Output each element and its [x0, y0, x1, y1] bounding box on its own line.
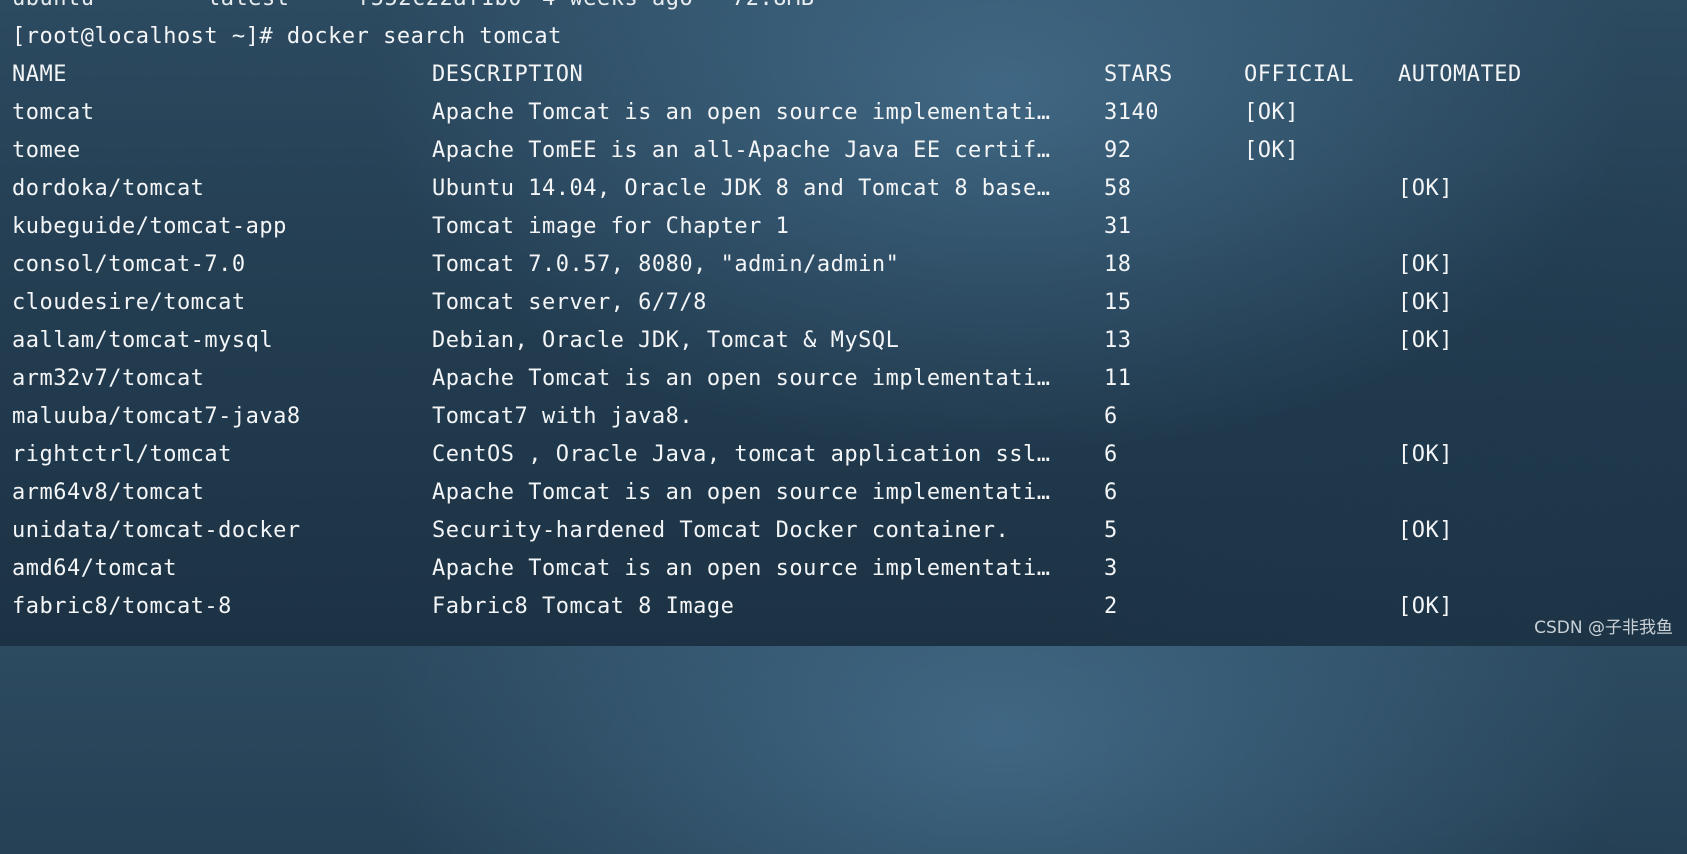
- table-row: amd64/tomcat Apache Tomcat is an open so…: [12, 550, 1672, 588]
- row-name: arm32v7/tomcat: [12, 366, 205, 391]
- table-row: aallam/tomcat-mysql Debian, Oracle JDK, …: [12, 322, 1672, 360]
- row-stars: 3: [1104, 556, 1118, 581]
- row-name: maluuba/tomcat7-java8: [12, 404, 301, 429]
- table-row: unidata/tomcat-docker Security-hardened …: [12, 512, 1672, 550]
- row-description: Apache Tomcat is an open source implemen…: [432, 100, 1051, 125]
- row-name: rightctrl/tomcat: [12, 442, 232, 467]
- terminal-output[interactable]: ubuntu latest f552c22af1b0 4 weeks ago 7…: [12, 0, 1672, 626]
- row-description: Apache TomEE is an all-Apache Java EE ce…: [432, 138, 1051, 163]
- row-name: tomcat: [12, 100, 95, 125]
- previous-output-line: ubuntu latest f552c22af1b0 4 weeks ago 7…: [12, 0, 1672, 18]
- table-row: tomee Apache TomEE is an all-Apache Java…: [12, 132, 1672, 170]
- header-official: OFFICIAL: [1244, 62, 1354, 87]
- row-official: [OK]: [1244, 138, 1299, 163]
- row-name: tomee: [12, 138, 81, 163]
- row-stars: 13: [1104, 328, 1132, 353]
- command-line: [root@localhost ~]# docker search tomcat: [12, 18, 1672, 56]
- prev-size: 72.8MB: [732, 0, 814, 18]
- row-stars: 6: [1104, 442, 1118, 467]
- row-stars: 5: [1104, 518, 1118, 543]
- row-name: amd64/tomcat: [12, 556, 177, 581]
- row-name: dordoka/tomcat: [12, 176, 205, 201]
- table-row: tomcat Apache Tomcat is an open source i…: [12, 94, 1672, 132]
- row-automated: [OK]: [1398, 252, 1453, 277]
- row-name: aallam/tomcat-mysql: [12, 328, 274, 353]
- header-name: NAME: [12, 62, 67, 87]
- row-automated: [OK]: [1398, 594, 1453, 619]
- row-description: CentOS , Oracle Java, tomcat application…: [432, 442, 1051, 467]
- command-text: docker search tomcat: [286, 24, 562, 49]
- table-header: NAME DESCRIPTION STARS OFFICIAL AUTOMATE…: [12, 56, 1672, 94]
- row-stars: 3140: [1104, 100, 1159, 125]
- row-stars: 18: [1104, 252, 1132, 277]
- row-name: unidata/tomcat-docker: [12, 518, 301, 543]
- row-description: Security-hardened Tomcat Docker containe…: [432, 518, 1010, 543]
- row-stars: 2: [1104, 594, 1118, 619]
- row-description: Ubuntu 14.04, Oracle JDK 8 and Tomcat 8 …: [432, 176, 1051, 201]
- prev-image-id: f552c22af1b0: [357, 0, 522, 18]
- row-stars: 58: [1104, 176, 1132, 201]
- row-automated: [OK]: [1398, 442, 1453, 467]
- row-description: Apache Tomcat is an open source implemen…: [432, 556, 1051, 581]
- row-automated: [OK]: [1398, 328, 1453, 353]
- table-row: arm64v8/tomcat Apache Tomcat is an open …: [12, 474, 1672, 512]
- row-description: Debian, Oracle JDK, Tomcat & MySQL: [432, 328, 900, 353]
- header-description: DESCRIPTION: [432, 62, 584, 87]
- row-name: kubeguide/tomcat-app: [12, 214, 287, 239]
- prev-tag: latest: [207, 0, 289, 18]
- row-official: [OK]: [1244, 100, 1299, 125]
- row-description: Tomcat server, 6/7/8: [432, 290, 707, 315]
- table-row: rightctrl/tomcat CentOS , Oracle Java, t…: [12, 436, 1672, 474]
- row-description: Tomcat image for Chapter 1: [432, 214, 790, 239]
- header-automated: AUTOMATED: [1398, 62, 1522, 87]
- row-description: Fabric8 Tomcat 8 Image: [432, 594, 735, 619]
- row-automated: [OK]: [1398, 290, 1453, 315]
- row-description: Apache Tomcat is an open source implemen…: [432, 366, 1051, 391]
- table-row: kubeguide/tomcat-app Tomcat image for Ch…: [12, 208, 1672, 246]
- shell-prompt: [root@localhost ~]#: [12, 24, 287, 49]
- watermark: CSDN @子非我鱼: [1534, 618, 1673, 638]
- row-stars: 92: [1104, 138, 1132, 163]
- row-description: Apache Tomcat is an open source implemen…: [432, 480, 1051, 505]
- row-name: cloudesire/tomcat: [12, 290, 246, 315]
- table-row: cloudesire/tomcat Tomcat server, 6/7/8 1…: [12, 284, 1672, 322]
- row-automated: [OK]: [1398, 518, 1453, 543]
- row-name: consol/tomcat-7.0: [12, 252, 246, 277]
- header-stars: STARS: [1104, 62, 1173, 87]
- row-stars: 6: [1104, 404, 1118, 429]
- table-row: arm32v7/tomcat Apache Tomcat is an open …: [12, 360, 1672, 398]
- prev-created: 4 weeks ago: [542, 0, 693, 18]
- row-description: Tomcat7 with java8.: [432, 404, 694, 429]
- row-description: Tomcat 7.0.57, 8080, "admin/admin": [432, 252, 900, 277]
- table-row: consol/tomcat-7.0 Tomcat 7.0.57, 8080, "…: [12, 246, 1672, 284]
- row-stars: 6: [1104, 480, 1118, 505]
- row-stars: 31: [1104, 214, 1132, 239]
- row-automated: [OK]: [1398, 176, 1453, 201]
- row-name: fabric8/tomcat-8: [12, 594, 232, 619]
- table-row: fabric8/tomcat-8 Fabric8 Tomcat 8 Image …: [12, 588, 1672, 626]
- results-table: tomcat Apache Tomcat is an open source i…: [12, 94, 1672, 626]
- prev-repository: ubuntu: [12, 0, 94, 18]
- row-name: arm64v8/tomcat: [12, 480, 205, 505]
- row-stars: 11: [1104, 366, 1132, 391]
- table-row: maluuba/tomcat7-java8 Tomcat7 with java8…: [12, 398, 1672, 436]
- row-stars: 15: [1104, 290, 1132, 315]
- table-row: dordoka/tomcat Ubuntu 14.04, Oracle JDK …: [12, 170, 1672, 208]
